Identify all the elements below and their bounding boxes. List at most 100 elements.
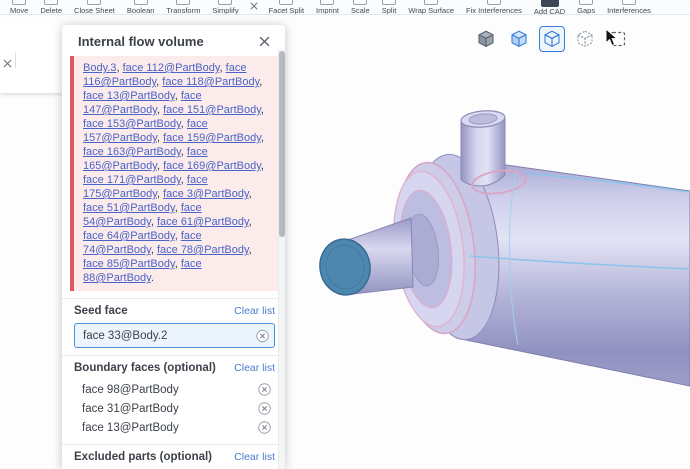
face-link[interactable]: face 13@PartBody (83, 90, 175, 102)
toolbar-item-label: Fix Interferences (466, 6, 522, 15)
toolbar-item-label: Split (382, 6, 397, 15)
toolbar-item-label: Add CAD (534, 7, 565, 15)
boundary-face-value: face 98@PartBody (82, 384, 179, 396)
toolbar-icon (218, 0, 232, 5)
toolbar-item-label: Scale (351, 6, 370, 15)
toolbar-icon (44, 0, 58, 5)
remove-icon[interactable] (258, 402, 271, 415)
dialog-scrollbar[interactable] (278, 49, 285, 469)
face-link[interactable]: face 153@PartBody (83, 118, 181, 130)
boundary-face-row: face 98@PartBody (74, 380, 275, 399)
clear-boundary-faces-link[interactable]: Clear list (234, 362, 275, 374)
boundary-faces-section: Boundary faces (optional) Clear list fac… (62, 355, 285, 437)
cube-wireframe-icon[interactable] (539, 26, 565, 52)
toolbar-icon (353, 0, 367, 5)
toolbar-items: Move Delete Close Sheet Boolean Transform Sim… (4, 0, 657, 15)
remove-icon[interactable] (258, 421, 271, 434)
cad-model[interactable] (285, 15, 690, 469)
excluded-parts-section: Excluded parts (optional) Clear list (62, 444, 285, 469)
toolbar-icon (622, 0, 636, 5)
toolbar-item-scale[interactable]: Scale (351, 0, 370, 15)
toolbar-item-add-cad[interactable]: Add CAD (534, 0, 565, 15)
seed-face-input[interactable] (74, 323, 275, 348)
boundary-face-row: face 31@PartBody (74, 399, 275, 418)
face-link[interactable]: face 85@PartBody (83, 258, 175, 270)
toolbar-item-label: Boolean (127, 6, 155, 15)
boundary-face-row: face 13@PartBody (74, 418, 275, 437)
scrollbar-thumb[interactable] (279, 51, 285, 237)
toolbar-item-wrap-surface[interactable]: Wrap Surface (408, 0, 454, 15)
toolbar-icon (382, 0, 396, 5)
toolbar-icon (176, 0, 190, 5)
toolbar-item-label: Delete (40, 6, 62, 15)
face-link[interactable]: face 3@PartBody (163, 188, 249, 200)
toolbar-icon (12, 0, 26, 5)
seed-face-label: Seed face (74, 305, 128, 317)
toolbar-item-move[interactable]: Move (10, 0, 28, 15)
toolbar-item-close-sheet[interactable]: Close Sheet (74, 0, 115, 15)
toolbar-item-label: Gaps (577, 6, 595, 15)
boundary-faces-label: Boundary faces (optional) (74, 362, 216, 374)
toolbar-item-delete[interactable]: Delete (40, 0, 62, 15)
toolbar-item-gaps[interactable]: Gaps (577, 0, 595, 15)
toolbar-item-label: Interferences (607, 6, 651, 15)
toolbar-item-label: Close Sheet (74, 6, 115, 15)
toolbar-icon (134, 0, 148, 5)
remove-icon[interactable] (258, 383, 271, 396)
face-link[interactable]: face 171@PartBody (83, 174, 181, 186)
face-link[interactable]: face 78@PartBody (157, 244, 249, 256)
top-toolbar: Move Delete Close Sheet Boolean Transform Sim… (0, 0, 690, 15)
face-link[interactable]: face 169@PartBody (163, 160, 261, 172)
clear-excluded-parts-link[interactable]: Clear list (234, 451, 275, 463)
divider (15, 52, 16, 68)
toolbar-icon (487, 0, 501, 5)
toolbar-item-split[interactable]: Split (382, 0, 397, 15)
close-icon[interactable] (3, 55, 12, 73)
cube-solid-icon[interactable] (473, 26, 499, 52)
toolbar-icon (541, 0, 559, 7)
face-link[interactable]: face 61@PartBody (157, 216, 249, 228)
toolbar-item-label: Facet Split (269, 6, 304, 15)
cube-shaded-icon[interactable] (506, 26, 532, 52)
toolbar-item-label: Move (10, 6, 28, 15)
face-link[interactable]: face 163@PartBody (83, 146, 181, 158)
background-panel (0, 25, 62, 93)
face-link[interactable]: face 64@PartBody (83, 230, 175, 242)
internal-flow-volume-dialog: Internal flow volume Body.3, face 112@Pa… (62, 25, 285, 469)
dialog-title: Internal flow volume (78, 34, 204, 49)
face-link[interactable]: face 51@PartBody (83, 202, 175, 214)
mouse-cursor (605, 28, 619, 47)
face-link[interactable]: face 159@PartBody (163, 132, 261, 144)
toolbar-icon (320, 0, 334, 5)
selection-summary: Body.3, face 112@PartBody, face 116@Part… (70, 56, 278, 291)
toolbar-item-facet-split[interactable]: Facet Split (269, 0, 304, 15)
cube-dotted-icon[interactable] (572, 26, 598, 52)
toolbar-close-icon[interactable] (250, 2, 258, 10)
toolbar-item-interferences[interactable]: Interferences (607, 0, 651, 15)
close-icon[interactable] (257, 34, 272, 49)
toolbar-item-label: Simplify (212, 6, 238, 15)
toolbar-icon (279, 0, 293, 5)
toolbar-item-imprint[interactable]: Imprint (316, 0, 339, 15)
toolbar-icon (579, 0, 593, 5)
toolbar-item-simplify[interactable]: Simplify (212, 0, 238, 15)
toolbar-item-label: Transform (166, 6, 200, 15)
face-link[interactable]: face 112@PartBody (123, 62, 220, 74)
excluded-parts-label: Excluded parts (optional) (74, 451, 212, 463)
faces-list: Body.3, face 112@PartBody, face 116@Part… (83, 62, 264, 284)
boundary-face-value: face 31@PartBody (82, 403, 179, 415)
toolbar-item-transform[interactable]: Transform (166, 0, 200, 15)
toolbar-item-boolean[interactable]: Boolean (127, 0, 155, 15)
clear-seed-face-link[interactable]: Clear list (234, 305, 275, 317)
dialog-header: Internal flow volume (62, 25, 285, 56)
toolbar-item-label: Wrap Surface (408, 6, 454, 15)
face-link[interactable]: Body.3 (83, 62, 116, 74)
toolbar-icon (87, 0, 101, 5)
seed-face-section: Seed face Clear list (62, 298, 285, 348)
face-link[interactable]: face 118@PartBody (162, 76, 259, 88)
face-link[interactable]: face 151@PartBody (163, 104, 261, 116)
toolbar-item-fix-interferences[interactable]: Fix Interferences (466, 0, 522, 15)
toolbar-item-label: Imprint (316, 6, 339, 15)
toolbar-icon (424, 0, 438, 5)
remove-icon[interactable] (256, 329, 269, 342)
